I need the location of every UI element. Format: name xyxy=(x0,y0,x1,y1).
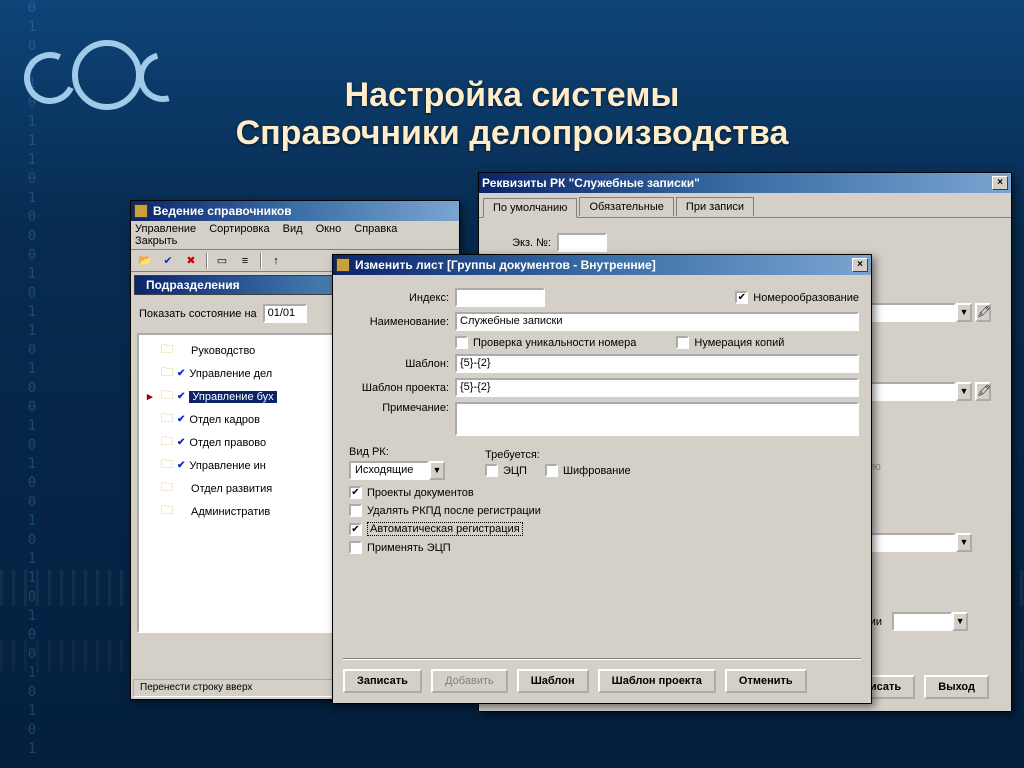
unique-checkbox[interactable]: Проверка уникальности номера xyxy=(455,336,636,349)
copynum-checkbox[interactable]: Нумерация копий xyxy=(676,336,784,349)
note-label: Примечание: xyxy=(345,402,455,414)
check-icon: ✔ xyxy=(177,414,185,425)
check-icon: ✔ xyxy=(177,391,185,402)
tab-default[interactable]: По умолчанию xyxy=(483,198,577,218)
add-button[interactable]: Добавить xyxy=(431,669,508,693)
menu-close[interactable]: Закрыть xyxy=(135,235,177,247)
name-input[interactable]: Служебные записки xyxy=(455,312,859,331)
slide-title: Настройка системы Справочники делопроизв… xyxy=(0,76,1024,152)
folder-icon: 🗀 xyxy=(161,432,173,453)
index-input[interactable] xyxy=(455,288,545,307)
required-label: Требуется: xyxy=(485,449,631,461)
tab-onsave[interactable]: При записи xyxy=(676,197,754,216)
tree-item-label: Административ xyxy=(191,506,270,518)
picker-icon[interactable]: 🖍 xyxy=(975,382,991,401)
tabstrip-rk: По умолчанию Обязательные При записи xyxy=(479,193,1011,218)
proj-docs-checkbox[interactable]: ✔Проекты документов xyxy=(349,486,859,499)
tb-check-icon[interactable]: ✔ xyxy=(158,252,178,270)
tb-x-icon[interactable]: ✖ xyxy=(181,252,201,270)
filter-date-input[interactable]: 01/01 xyxy=(263,304,307,323)
folder-icon: 🗀 xyxy=(161,478,173,499)
menubar: Управление Сортировка Вид Окно Справка З… xyxy=(131,221,459,250)
window-edit-sheet: Изменить лист [Группы документов - Внутр… xyxy=(332,254,872,704)
tb-cards-icon[interactable]: ▭ xyxy=(212,252,232,270)
del-after-checkbox[interactable]: Удалять РКПД после регистрации xyxy=(349,504,859,517)
close-icon[interactable]: × xyxy=(992,176,1008,190)
apply-eds-checkbox[interactable]: Применять ЭЦП xyxy=(349,541,859,554)
rk-type-select[interactable]: Исходящие▼ xyxy=(349,461,445,480)
ekz-label: Экз. №: xyxy=(497,237,557,249)
tree-item-label: Управление бух xyxy=(189,391,276,403)
window-title-reference: Ведение справочников xyxy=(153,204,456,218)
tree-item-label: Отдел развития xyxy=(191,483,272,495)
template-label: Шаблон: xyxy=(345,358,455,370)
folder-icon: 🗀 xyxy=(161,363,173,384)
tree-item-label: Управление дел xyxy=(189,368,272,380)
folder-icon: 🗀 xyxy=(161,501,173,522)
menu-view[interactable]: Вид xyxy=(283,223,303,235)
menu-manage[interactable]: Управление xyxy=(135,223,196,235)
tree-item-label: Руководство xyxy=(191,345,255,357)
folder-icon: 🗀 xyxy=(161,409,173,430)
folder-icon: 🗀 xyxy=(161,455,173,476)
index-label: Индекс: xyxy=(345,292,455,304)
rk-type-label: Вид РК: xyxy=(349,446,445,458)
tab-required[interactable]: Обязательные xyxy=(579,197,673,216)
rk-select-4[interactable]: ▼ xyxy=(892,612,968,631)
filter-label: Показать состояние на xyxy=(139,308,257,320)
titlebar-rk[interactable]: Реквизиты РК "Служебные записки" × xyxy=(479,173,1011,193)
tree-item-label: Отдел кадров xyxy=(189,414,260,426)
rk-exit-button[interactable]: Выход xyxy=(924,675,989,699)
current-marker-icon: ▸ xyxy=(147,390,153,403)
cancel-button[interactable]: Отменить xyxy=(725,669,807,693)
check-icon: ✔ xyxy=(177,368,185,379)
eds-checkbox[interactable]: ЭЦП xyxy=(485,464,527,477)
check-icon: ✔ xyxy=(177,460,185,471)
tree-item-label: Управление ин xyxy=(189,460,265,472)
folder-icon: 🗀 xyxy=(161,340,173,361)
menu-sort[interactable]: Сортировка xyxy=(209,223,269,235)
slide-title-line2: Справочники делопроизводства xyxy=(236,114,789,152)
menu-window[interactable]: Окно xyxy=(316,223,342,235)
proj-template-input[interactable]: {5}-{2} xyxy=(455,378,859,397)
check-icon: ✔ xyxy=(177,437,185,448)
numbering-checkbox[interactable]: ✔ Номерообразование xyxy=(735,291,859,304)
tree-item-label: Отдел правово xyxy=(189,437,266,449)
tb-list-icon[interactable]: ≡ xyxy=(235,252,255,270)
tb-open-icon[interactable]: 📂 xyxy=(135,252,155,270)
encrypt-checkbox[interactable]: Шифрование xyxy=(545,464,631,477)
proj-template-label: Шаблон проекта: xyxy=(345,382,455,394)
note-input[interactable] xyxy=(455,402,859,436)
window-title-edit: Изменить лист [Группы документов - Внутр… xyxy=(355,258,850,272)
folder-icon: 🗀 xyxy=(161,386,173,407)
window-title-rk: Реквизиты РК "Служебные записки" xyxy=(482,176,990,190)
app-icon xyxy=(336,258,350,272)
slide-title-line1: Настройка системы xyxy=(345,76,680,114)
titlebar-edit[interactable]: Изменить лист [Группы документов - Внутр… xyxy=(333,255,871,275)
template-button[interactable]: Шаблон xyxy=(517,669,589,693)
proj-template-button[interactable]: Шаблон проекта xyxy=(598,669,716,693)
menu-help[interactable]: Справка xyxy=(354,223,397,235)
picker-icon[interactable]: 🖍 xyxy=(975,303,991,322)
template-input[interactable]: {5}-{2} xyxy=(455,354,859,373)
app-icon xyxy=(134,204,148,218)
ekz-input[interactable] xyxy=(557,233,607,252)
name-label: Наименование: xyxy=(345,316,455,328)
save-button[interactable]: Записать xyxy=(343,669,422,693)
tb-up-icon[interactable]: ↑ xyxy=(266,252,286,270)
close-icon[interactable]: × xyxy=(852,258,868,272)
autoreg-checkbox[interactable]: ✔Автоматическая регистрация xyxy=(349,522,859,536)
titlebar-reference[interactable]: Ведение справочников xyxy=(131,201,459,221)
